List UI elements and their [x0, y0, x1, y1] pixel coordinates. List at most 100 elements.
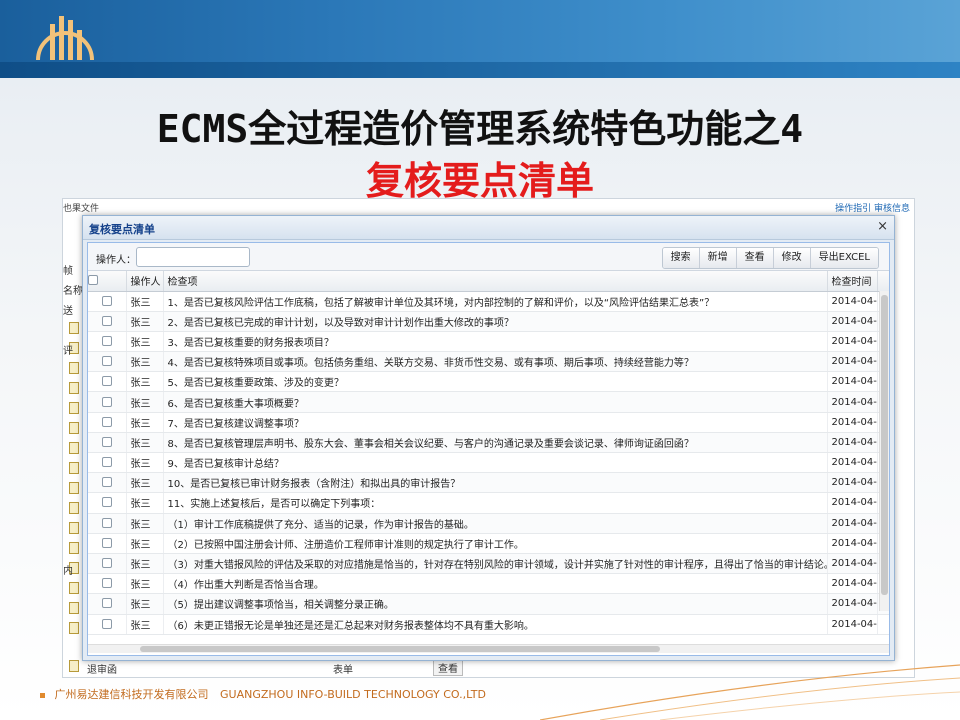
footer-company-cn: 广州易达建信科技开发有限公司 [54, 688, 209, 701]
table-row[interactable]: 张三 4、是否已复核特殊项目或事项。包括债务重组、关联方交易、非货币性交易、或有事… [88, 351, 889, 373]
row-checkbox[interactable] [101, 457, 112, 468]
row-checkbox[interactable] [101, 537, 112, 548]
row-checkbox[interactable] [101, 335, 112, 346]
row-checkbox[interactable] [101, 618, 112, 629]
row-checkbox[interactable] [101, 578, 112, 589]
search-button[interactable]: 搜索 [662, 248, 700, 268]
export-excel-button[interactable]: 导出EXCEL [810, 248, 878, 268]
row-checkbox[interactable] [101, 558, 112, 569]
row-checkbox[interactable] [101, 295, 112, 306]
row-checkbox-cell [88, 371, 127, 393]
cell-check-item: 2、是否已复核已完成的审计计划，以及导致对审计计划作出重大修改的事项？ [163, 311, 828, 332]
toolbar-buttons: 搜索 新增 查看 修改 导出EXCEL [661, 247, 879, 269]
cell-check-time: 2014-04- [827, 492, 878, 514]
row-checkbox[interactable] [101, 517, 112, 528]
cell-check-item: （1）审计工作底稿提供了充分、适当的记录，作为审计报告的基础。 [163, 513, 828, 534]
document-icon [69, 422, 79, 434]
cell-check-item: （2）已按照中国注册会计师、注册造价工程师审计准则的规定执行了审计工作。 [163, 533, 828, 554]
bottom-row-type: 表单 [333, 665, 353, 676]
app-top-bar: 也果文件 操作指引 审核信息 [63, 199, 914, 214]
horizontal-scroll-thumb[interactable] [140, 646, 660, 652]
document-icon [69, 602, 79, 614]
horizontal-scrollbar[interactable] [88, 644, 889, 653]
bottom-row-view-button[interactable]: 查看 [433, 659, 463, 676]
table-row[interactable]: 张三 （1）审计工作底稿提供了充分、适当的记录，作为审计报告的基础。 2014-04… [88, 513, 889, 534]
cell-check-item: 8、是否已复核管理层声明书、股东大会、董事会相关会议纪要、与客户的沟通记录及重要… [163, 432, 828, 454]
dialog-panel: 操作人： 搜索 新增 查看 修改 导出EXCEL 操作人 检查项 检查时间 张三… [87, 242, 890, 656]
cell-check-item: 7、是否已复核建议调整事项？ [163, 412, 828, 433]
row-checkbox[interactable] [101, 315, 112, 326]
cell-check-time: 2014-04- [827, 513, 878, 534]
column-header-time[interactable]: 检查时间 [827, 271, 878, 292]
row-checkbox-cell [88, 351, 127, 373]
row-checkbox-cell [88, 553, 127, 575]
table-row[interactable]: 张三 （2）已按照中国注册会计师、注册造价工程师审计准则的规定执行了审计工作。 20… [88, 533, 889, 554]
row-checkbox[interactable] [101, 436, 112, 447]
document-icon [69, 362, 79, 374]
close-icon[interactable]: × [877, 219, 888, 234]
cell-operator: 张三 [126, 472, 164, 494]
checklist-table: 操作人 检查项 检查时间 张三 1、是否已复核风险评估工作底稿，包括了解被审计单位… [88, 271, 889, 635]
slide-footer: 广州易达建信科技开发有限公司 GUANGZHOU INFO-BUILD TECH… [40, 686, 486, 702]
vertical-scroll-thumb[interactable] [881, 295, 888, 595]
document-icon [69, 582, 79, 594]
row-checkbox[interactable] [101, 598, 112, 609]
table-row[interactable]: 张三 1、是否已复核风险评估工作底稿，包括了解被审计单位及其环境，对内部控制的了解… [88, 291, 889, 312]
cell-operator: 张三 [126, 371, 164, 393]
row-checkbox[interactable] [101, 376, 112, 387]
slide-title: ECMS全过程造价管理系统特色功能之4 [156, 107, 804, 151]
edit-button[interactable]: 修改 [773, 248, 811, 268]
view-button[interactable]: 查看 [736, 248, 774, 268]
column-header-operator[interactable]: 操作人 [126, 271, 164, 292]
row-checkbox[interactable] [101, 396, 112, 407]
table-row[interactable]: 张三 5、是否已复核重要政策、涉及的变更？ 2014-04- [88, 371, 889, 393]
table-row[interactable]: 张三 11、实施上述复核后，是否可以确定下列事项： 2014-04- [88, 492, 889, 514]
dialog-toolbar: 操作人： 搜索 新增 查看 修改 导出EXCEL [88, 243, 889, 271]
row-checkbox-cell [88, 593, 127, 615]
top-banner [0, 0, 960, 78]
table-row[interactable]: 张三 （6）未更正错报无论是单独还是还是汇总起来对财务报表整体均不具有重大影响。 2… [88, 614, 889, 635]
cell-check-time: 2014-04- [827, 533, 878, 554]
table-row[interactable]: 张三 （5）提出建议调整事项恰当，相关调整分录正确。 2014-04- [88, 593, 889, 615]
row-checkbox-cell [88, 391, 127, 413]
select-all-checkbox[interactable] [88, 275, 98, 286]
cell-operator: 张三 [126, 573, 164, 595]
table-row[interactable]: 张三 3、是否已复核重要的财务报表项目？ 2014-04- [88, 331, 889, 353]
cell-operator: 张三 [126, 614, 164, 635]
cell-check-item: 5、是否已复核重要政策、涉及的变更？ [163, 371, 828, 393]
column-header-item[interactable]: 检查项 [163, 271, 828, 292]
table-row[interactable]: 张三 （4）作出重大判断是否恰当合理。 2014-04- [88, 573, 889, 595]
row-checkbox-cell [88, 432, 127, 454]
banner-stripe [0, 62, 960, 78]
table-row[interactable]: 张三 9、是否已复核审计总结？ 2014-04- [88, 452, 889, 474]
app-top-links[interactable]: 操作指引 审核信息 [835, 201, 910, 214]
cell-operator: 张三 [126, 452, 164, 474]
cell-check-item: 1、是否已复核风险评估工作底稿，包括了解被审计单位及其环境，对内部控制的了解和评… [163, 291, 828, 312]
row-checkbox-cell [88, 331, 127, 353]
app-side-row-label: 评 [63, 346, 73, 357]
operator-input[interactable] [136, 247, 250, 267]
document-icon [69, 482, 79, 494]
row-checkbox[interactable] [101, 416, 112, 427]
row-checkbox-cell [88, 533, 127, 554]
bottom-row-name: 退审函 [87, 665, 117, 676]
vertical-scrollbar[interactable] [879, 291, 889, 611]
document-icon [69, 462, 79, 474]
table-row[interactable]: 张三 （3）对重大错报风险的评估及采取的对应措施是恰当的，针对存在特别风险的审计领… [88, 553, 889, 575]
table-row[interactable]: 张三 7、是否已复核建议调整事项？ 2014-04- [88, 412, 889, 433]
cell-check-item: 3、是否已复核重要的财务报表项目？ [163, 331, 828, 353]
table-row[interactable]: 张三 2、是否已复核已完成的审计计划，以及导致对审计计划作出重大修改的事项？ 201… [88, 311, 889, 332]
document-icon [69, 622, 79, 634]
cell-operator: 张三 [126, 311, 164, 332]
table-row[interactable]: 张三 10、是否已复核已审计财务报表（含附注）和拟出具的审计报告？ 2014-04- [88, 472, 889, 494]
table-row[interactable]: 张三 8、是否已复核管理层声明书、股东大会、董事会相关会议纪要、与客户的沟通记录及… [88, 432, 889, 454]
row-checkbox[interactable] [101, 356, 112, 367]
table-row[interactable]: 张三 6、是否已复核重大事项概要？ 2014-04- [88, 391, 889, 413]
cell-operator: 张三 [126, 412, 164, 433]
slide-subtitle: 复核要点清单 [365, 159, 594, 203]
cell-operator: 张三 [126, 533, 164, 554]
row-checkbox[interactable] [101, 477, 112, 488]
row-checkbox[interactable] [101, 497, 112, 508]
add-button[interactable]: 新增 [699, 248, 737, 268]
row-checkbox-cell [88, 311, 127, 332]
